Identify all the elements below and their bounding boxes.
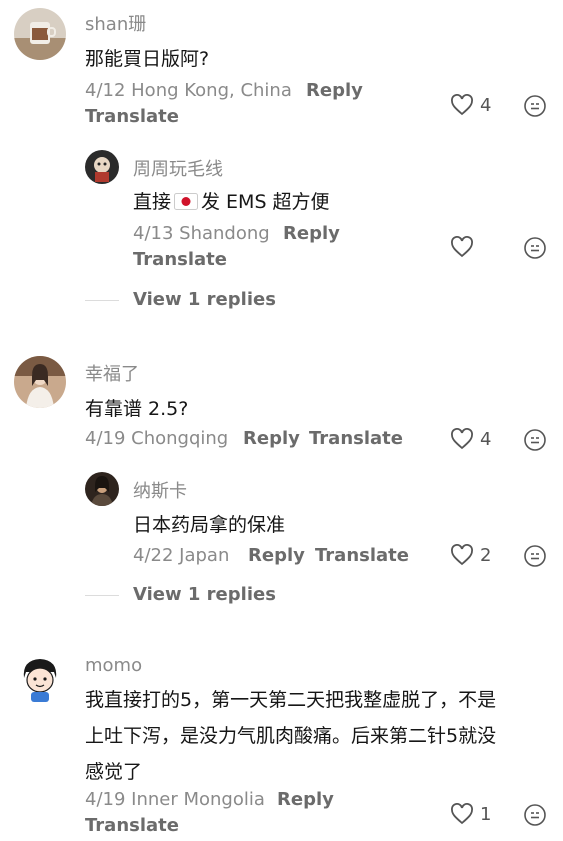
comment-options-icon[interactable] (523, 803, 547, 827)
view-replies-button[interactable]: View 1 replies (133, 289, 276, 310)
comment-meta: 4/12 Hong Kong, China (85, 80, 292, 101)
comment-text: 有靠谱 2.5? (85, 398, 189, 420)
like-button[interactable]: 4 (450, 94, 491, 116)
comment-options-icon[interactable] (523, 544, 547, 568)
avatar-momo[interactable] (14, 652, 66, 704)
comment-options-icon[interactable] (523, 236, 547, 260)
heart-icon (451, 803, 473, 825)
username[interactable]: 幸福了 (85, 360, 139, 386)
username[interactable]: 纳斯卡 (133, 477, 187, 503)
like-count: 4 (480, 94, 492, 116)
comment-text: 日本药局拿的保准 (133, 514, 286, 536)
reply-button[interactable]: Reply (283, 223, 340, 244)
comment-meta: 4/22 Japan (133, 545, 230, 566)
comment-text: 我直接打的5，第一天第二天把我整虚脱了，不是 上吐下泻，是没力气肌肉酸痛。后来第… (85, 682, 545, 790)
avatar-nasika[interactable] (85, 472, 119, 506)
avatar-shan[interactable] (14, 8, 66, 60)
like-button[interactable]: 1 (450, 803, 491, 825)
comment-meta: 4/13 Shandong (133, 223, 270, 244)
reply-button[interactable]: Reply (248, 545, 305, 566)
username[interactable]: momo (85, 655, 142, 676)
like-count: 1 (480, 803, 492, 825)
avatar-zhouzhou[interactable] (85, 150, 119, 184)
reply-button[interactable]: Reply (243, 428, 300, 449)
reply-button[interactable]: Reply (306, 80, 363, 101)
like-button[interactable] (450, 236, 480, 258)
comment-text-line: 感觉了 (85, 761, 143, 783)
like-count: 2 (480, 544, 492, 566)
heart-icon (451, 428, 473, 450)
view-replies-button[interactable]: View 1 replies (133, 584, 276, 605)
username[interactable]: 周周玩毛线 (133, 155, 223, 181)
translate-button[interactable]: Translate (85, 815, 179, 836)
heart-icon (451, 236, 473, 258)
comment-meta: 4/19 Inner Mongolia (85, 789, 265, 810)
translate-button[interactable]: Translate (309, 428, 403, 449)
replies-divider (85, 300, 119, 301)
comment-text: 那能買日版阿? (85, 48, 210, 70)
like-count: 4 (480, 428, 492, 450)
replies-divider (85, 595, 119, 596)
comment-meta: 4/19 Chongqing (85, 428, 229, 449)
avatar-xingfule[interactable] (14, 356, 66, 408)
username[interactable]: shan珊 (85, 10, 146, 36)
like-button[interactable]: 2 (450, 544, 491, 566)
comment-text-line: 上吐下泻，是没力气肌肉酸痛。后来第二针5就没 (85, 725, 497, 747)
like-button[interactable]: 4 (450, 428, 491, 450)
translate-button[interactable]: Translate (315, 545, 409, 566)
japan-flag-icon (174, 193, 199, 210)
comment-options-icon[interactable] (523, 94, 547, 118)
comment-text-part: 发 EMS 超方便 (201, 191, 330, 213)
heart-icon (451, 544, 473, 566)
comment-text-line: 我直接打的5，第一天第二天把我整虚脱了，不是 (85, 689, 497, 711)
comment-text-part: 直接 (133, 191, 172, 213)
comment-text: 直接 发 EMS 超方便 (133, 187, 330, 214)
translate-button[interactable]: Translate (85, 106, 179, 127)
comment-options-icon[interactable] (523, 428, 547, 452)
translate-button[interactable]: Translate (133, 249, 227, 270)
reply-button[interactable]: Reply (277, 789, 334, 810)
heart-icon (451, 94, 473, 116)
